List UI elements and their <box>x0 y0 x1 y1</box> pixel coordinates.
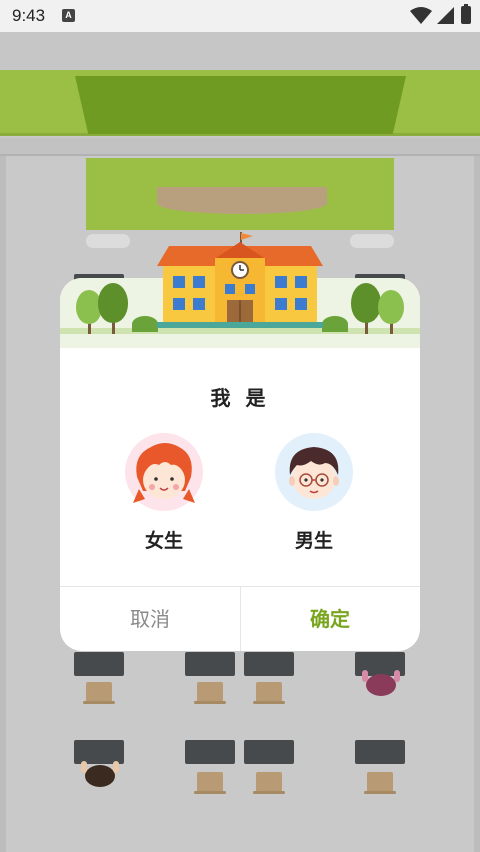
cancel-button[interactable]: 取消 <box>60 587 240 651</box>
chair <box>253 772 285 794</box>
school-building-icon <box>157 232 323 328</box>
blackboard <box>75 76 406 134</box>
desk <box>74 652 124 676</box>
dialog-title: 我 是 <box>210 386 270 410</box>
podium <box>157 187 327 214</box>
bush-icon <box>322 316 348 332</box>
desk <box>355 740 405 764</box>
wall-ledge <box>0 138 480 156</box>
status-time: 9:43 <box>12 6 46 25</box>
choice-girl[interactable]: 女生 <box>124 433 204 553</box>
confirm-button[interactable]: 确定 <box>240 587 420 651</box>
cloud-decoration <box>350 234 394 248</box>
desk <box>185 740 235 764</box>
girl-face-icon <box>133 443 195 503</box>
chair <box>83 682 115 704</box>
back-wall <box>0 32 480 70</box>
choice-boy-label[interactable]: 男生 <box>274 526 354 553</box>
desk <box>244 740 294 764</box>
boy-face-icon <box>289 447 339 499</box>
cloud-decoration <box>86 234 130 248</box>
chair <box>194 772 226 794</box>
desk <box>185 652 235 676</box>
notification-icon: A <box>62 9 75 22</box>
status-bar: 9:43 A <box>0 0 480 32</box>
student-girl <box>362 670 400 696</box>
signal-icon <box>437 7 454 24</box>
boy-avatar-icon[interactable] <box>275 433 353 511</box>
chair <box>364 772 396 794</box>
choice-boy[interactable]: 男生 <box>274 433 354 553</box>
battery-icon <box>461 4 471 24</box>
tree-icon <box>378 290 404 324</box>
chair <box>194 682 226 704</box>
wifi-icon <box>410 7 432 24</box>
choice-girl-label[interactable]: 女生 <box>124 526 204 553</box>
bush-icon <box>132 316 158 332</box>
gender-select-dialog: 我 是 女生 男生 取消 确定 <box>60 232 420 651</box>
desk <box>244 652 294 676</box>
chair <box>253 682 285 704</box>
tree-icon <box>98 283 128 323</box>
tree-icon <box>351 283 381 323</box>
girl-avatar-icon[interactable] <box>125 433 203 511</box>
right-wall <box>474 156 480 852</box>
student-boy <box>81 761 119 787</box>
left-wall <box>0 156 6 852</box>
